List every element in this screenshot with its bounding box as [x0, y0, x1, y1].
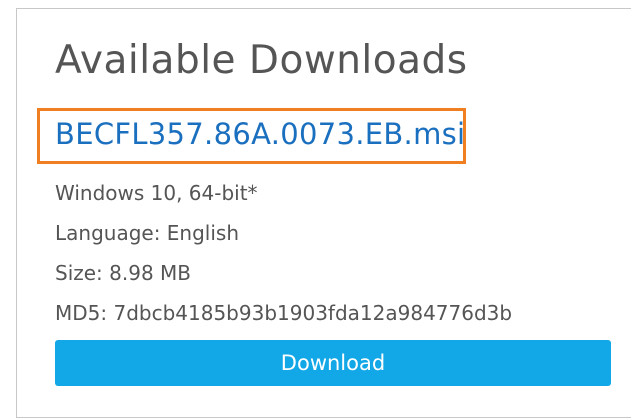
md5-info: MD5: 7dbcb4185b93b1903fda12a984776d3b [55, 301, 513, 325]
size-info: Size: 8.98 MB [55, 261, 192, 285]
downloads-panel: Available Downloads BECFL357.86A.0073.EB… [16, 8, 631, 418]
language-info: Language: English [55, 221, 240, 245]
os-info: Windows 10, 64-bit* [55, 181, 258, 205]
download-button[interactable]: Download [55, 340, 611, 386]
page-title: Available Downloads [55, 38, 468, 83]
file-download-link[interactable]: BECFL357.86A.0073.EB.msi [55, 117, 465, 151]
